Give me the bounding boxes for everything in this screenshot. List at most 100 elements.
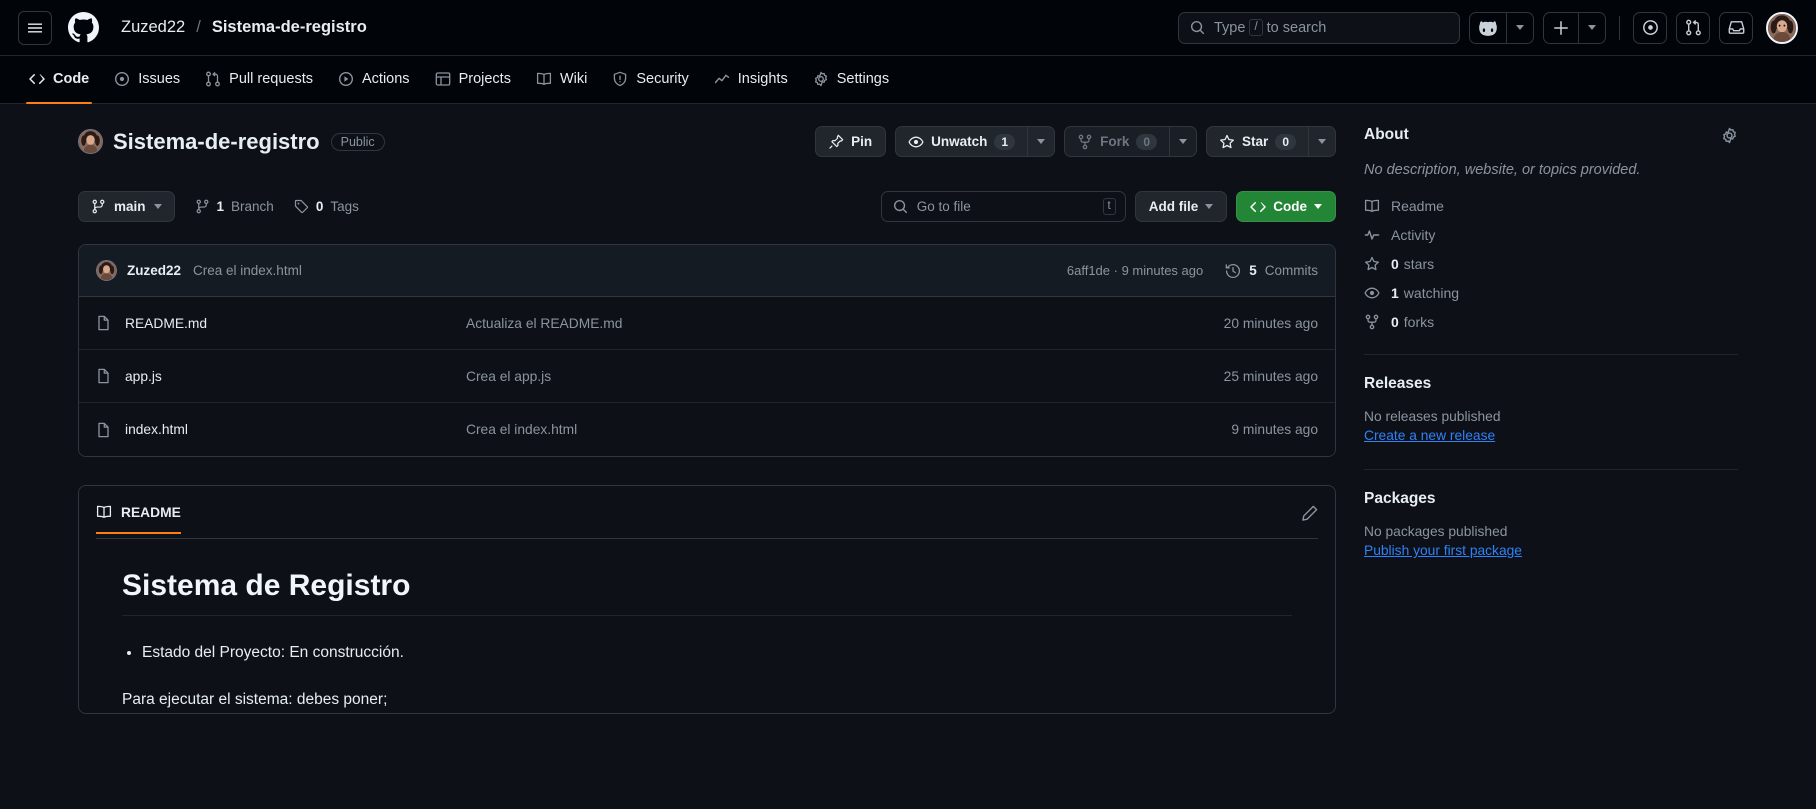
edit-readme-button[interactable]: [1301, 505, 1318, 534]
sidebar-link-activity[interactable]: Activity: [1364, 227, 1738, 243]
branch-count: 1: [216, 199, 225, 214]
star-button[interactable]: Star 0: [1207, 127, 1308, 156]
watch-button-group[interactable]: Unwatch 1: [895, 126, 1056, 157]
breadcrumb-repo[interactable]: Sistema-de-registro: [212, 18, 367, 37]
github-logo-icon: [68, 12, 99, 43]
github-logo[interactable]: [68, 12, 99, 43]
visibility-badge: Public: [330, 132, 385, 151]
unwatch-button[interactable]: Unwatch 1: [896, 127, 1027, 156]
repository-owner-avatar: [78, 129, 103, 154]
file-commit-message[interactable]: Crea el index.html: [466, 422, 1231, 437]
go-to-file-input[interactable]: Go to file t: [880, 191, 1126, 222]
tab-actions[interactable]: Actions: [327, 65, 421, 103]
code-icon: [1250, 201, 1266, 212]
copilot-button[interactable]: [1470, 13, 1506, 43]
branch-selector[interactable]: main: [78, 191, 175, 222]
commit-author-name[interactable]: Zuzed22: [127, 263, 181, 278]
tag-icon: [294, 199, 308, 214]
watch-dropdown-button[interactable]: [1028, 127, 1054, 156]
pull-requests-shortcut-button[interactable]: [1676, 11, 1710, 44]
file-commit-message[interactable]: Crea el app.js: [466, 369, 1224, 384]
git-pull-request-icon: [1685, 19, 1701, 36]
tab-issues[interactable]: Issues: [103, 65, 191, 103]
user-avatar[interactable]: [1766, 11, 1798, 44]
tab-readme[interactable]: README: [96, 504, 181, 534]
fork-count: 0: [1136, 133, 1158, 150]
copilot-dropdown-button[interactable]: [1507, 13, 1533, 43]
file-name-cell[interactable]: app.js: [96, 368, 466, 384]
about-description: No description, website, or topics provi…: [1364, 162, 1641, 178]
issue-opened-icon: [115, 71, 130, 87]
breadcrumb-owner[interactable]: Zuzed22: [121, 18, 185, 37]
about-title: About: [1364, 126, 1409, 143]
readme-paragraph: Para ejecutar el sistema: debes poner;: [122, 691, 388, 709]
tab-settings[interactable]: Settings: [802, 65, 900, 103]
sidebar-link-watching[interactable]: 1 watching: [1364, 285, 1738, 301]
tab-security[interactable]: Security: [601, 65, 699, 103]
sidebar-link-stars[interactable]: 0 stars: [1364, 256, 1738, 272]
tab-code[interactable]: Code: [18, 65, 100, 104]
create-new-button-group[interactable]: [1543, 11, 1606, 44]
tag-count: 0: [315, 199, 324, 214]
tab-wiki-label: Wiki: [559, 71, 588, 87]
sidebar-link-forks[interactable]: 0 forks: [1364, 314, 1738, 330]
commit-count-number: 5: [1249, 263, 1257, 278]
star-button-group[interactable]: Star 0: [1206, 126, 1336, 157]
book-icon: [96, 505, 112, 519]
code-button[interactable]: Code: [1236, 191, 1336, 222]
readme-list: Estado del Proyecto: En construcción.: [142, 640, 1292, 666]
issues-shortcut-button[interactable]: [1633, 11, 1667, 44]
fork-button[interactable]: Fork 0: [1065, 127, 1169, 156]
commit-message[interactable]: Crea el index.html: [193, 263, 302, 278]
add-file-button[interactable]: Add file: [1134, 191, 1228, 222]
readme-header: README: [79, 486, 1335, 538]
star-dropdown-button[interactable]: [1309, 127, 1335, 156]
publish-first-package-link[interactable]: Publish your first package: [1364, 543, 1522, 558]
gear-icon: [814, 71, 827, 87]
table-row[interactable]: index.html Crea el index.html 9 minutes …: [79, 403, 1335, 456]
file-name: index.html: [125, 422, 188, 437]
hamburger-menu-button[interactable]: [18, 10, 52, 45]
header-actions: Type / to search: [1178, 11, 1798, 44]
edit-repository-details-button[interactable]: [1721, 127, 1738, 144]
latest-commit-bar: Zuzed22 Crea el index.html 6aff1de · 9 m…: [79, 245, 1335, 297]
fork-dropdown-button[interactable]: [1170, 127, 1196, 156]
create-new-release-link[interactable]: Create a new release: [1364, 428, 1495, 443]
commit-hash-and-time[interactable]: 6aff1de · 9 minutes ago: [1067, 263, 1203, 278]
table-row[interactable]: README.md Actualiza el README.md 20 minu…: [79, 297, 1335, 350]
file-name: README.md: [125, 315, 208, 331]
tab-actions-label: Actions: [362, 71, 410, 87]
list-item: Estado del Proyecto: En construcción.: [142, 640, 1292, 666]
global-search-input[interactable]: Type / to search: [1178, 11, 1460, 44]
table-row[interactable]: app.js Crea el app.js 25 minutes ago: [79, 350, 1335, 403]
tab-insights[interactable]: Insights: [703, 65, 799, 103]
create-new-button[interactable]: [1544, 13, 1578, 43]
tab-pull-requests[interactable]: Pull requests: [194, 65, 324, 103]
page-title[interactable]: Sistema-de-registro: [113, 129, 320, 155]
sidebar-divider: [1364, 469, 1738, 470]
sidebar-link-readme[interactable]: Readme: [1364, 198, 1738, 214]
git-pull-request-icon: [206, 71, 221, 87]
file-commit-message[interactable]: Actualiza el README.md: [466, 316, 1224, 331]
branch-count-link[interactable]: 1 Branch: [195, 199, 274, 214]
pin-button[interactable]: Pin: [815, 126, 887, 157]
commit-count-label: Commits: [1264, 263, 1318, 278]
notifications-inbox-button[interactable]: [1719, 11, 1753, 44]
file-icon: [98, 368, 109, 384]
chevron-down-icon: [1318, 139, 1326, 144]
plus-icon: [1554, 20, 1568, 35]
tab-projects[interactable]: Projects: [424, 65, 522, 103]
tag-count-link[interactable]: 0 Tags: [294, 199, 359, 214]
copilot-button-group[interactable]: [1469, 11, 1534, 44]
go-to-file-placeholder: Go to file: [916, 199, 971, 214]
file-name-cell[interactable]: README.md: [96, 315, 466, 331]
eye-icon: [908, 136, 924, 147]
commit-history-link[interactable]: 5 Commits: [1225, 263, 1318, 279]
fork-button-group[interactable]: Fork 0: [1064, 126, 1198, 157]
repository-nav: Code Issues Pull requests Actions Projec…: [0, 56, 1816, 104]
file-name-cell[interactable]: index.html: [96, 422, 466, 438]
chevron-down-icon: [1205, 204, 1214, 209]
create-new-dropdown-button[interactable]: [1579, 13, 1605, 43]
tab-wiki[interactable]: Wiki: [525, 65, 598, 103]
pencil-icon: [1302, 505, 1318, 521]
